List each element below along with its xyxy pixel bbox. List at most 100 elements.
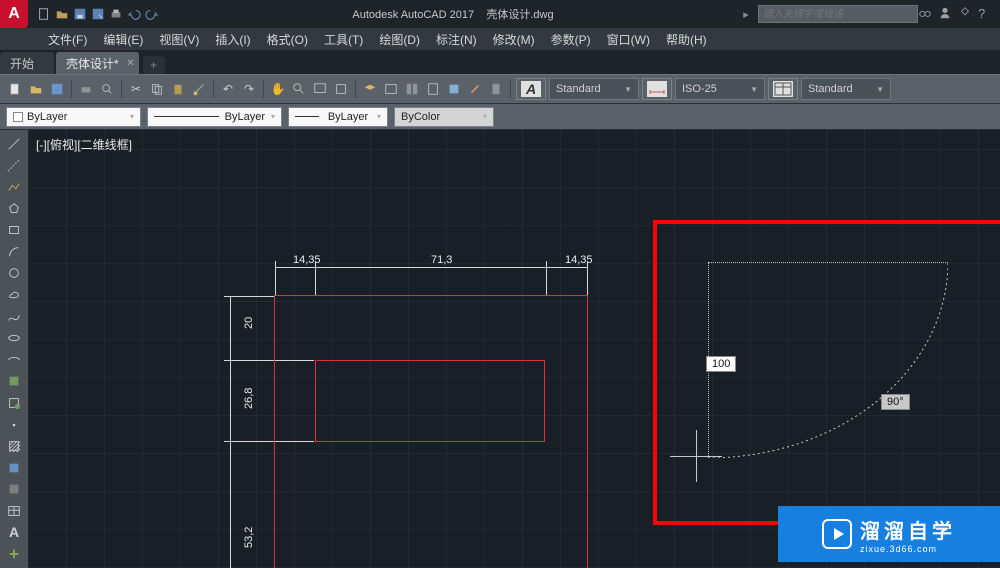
tool-palette-icon[interactable] <box>424 80 442 98</box>
help-icon[interactable]: ? <box>978 6 994 22</box>
menu-format[interactable]: 格式(O) <box>259 31 316 48</box>
drawing-canvas[interactable]: [-][俯视][二维线框] 14,35 71,3 14,35 20 26,8 5… <box>28 130 1000 568</box>
save-icon[interactable] <box>48 80 66 98</box>
separator <box>355 80 356 98</box>
properties-bar: ByLayer ▾ ByLayer ▾ ByLayer ▾ ByColor ▾ <box>0 104 1000 130</box>
design-center-icon[interactable] <box>403 80 421 98</box>
save-icon[interactable] <box>72 6 88 22</box>
region-icon[interactable] <box>3 480 25 500</box>
menu-edit[interactable]: 编辑(E) <box>95 31 151 48</box>
open-icon[interactable] <box>27 80 45 98</box>
text-style-combo[interactable]: Standard ▼ <box>549 78 639 100</box>
dim-style-button[interactable] <box>642 78 672 100</box>
menu-draw[interactable]: 绘图(D) <box>371 31 428 48</box>
exchange-icon[interactable] <box>958 6 974 22</box>
chevron-down-icon: ▾ <box>483 112 487 121</box>
polygon-icon[interactable] <box>3 199 25 219</box>
document-tabs: 开始 壳体设计* ✕ + <box>0 50 1000 74</box>
ellipse-arc-icon[interactable] <box>3 350 25 370</box>
copy-icon[interactable] <box>148 80 166 98</box>
plotstyle-value: ByColor <box>401 111 440 123</box>
table-style-button[interactable] <box>768 78 798 100</box>
new-icon[interactable] <box>36 6 52 22</box>
markup-icon[interactable] <box>466 80 484 98</box>
undo-icon[interactable]: ↶ <box>219 80 237 98</box>
properties-icon[interactable] <box>382 80 400 98</box>
calc-icon[interactable] <box>487 80 505 98</box>
tab-new-button[interactable]: + <box>143 56 165 74</box>
polyline-icon[interactable] <box>3 177 25 197</box>
pan-icon[interactable]: ✋ <box>269 80 287 98</box>
layer-icon[interactable] <box>361 80 379 98</box>
tab-active-document[interactable]: 壳体设计* ✕ <box>56 52 139 74</box>
line-icon[interactable] <box>3 134 25 154</box>
paste-icon[interactable] <box>169 80 187 98</box>
user-icon[interactable] <box>938 6 954 22</box>
binoculars-icon[interactable] <box>918 6 934 22</box>
menu-help[interactable]: 帮助(H) <box>658 31 715 48</box>
dimension-text: 14,35 <box>565 254 593 266</box>
sheet-set-icon[interactable] <box>445 80 463 98</box>
search-input[interactable] <box>758 5 918 23</box>
tab-start[interactable]: 开始 <box>0 52 54 74</box>
dynamic-input-angle: 90° <box>881 394 910 410</box>
mtext-icon[interactable]: A <box>3 523 25 543</box>
plotstyle-combo[interactable]: ByColor ▾ <box>394 107 494 127</box>
file-name: 壳体设计.dwg <box>486 9 553 21</box>
menu-tools[interactable]: 工具(T) <box>316 31 371 48</box>
insert-block-icon[interactable] <box>3 372 25 392</box>
open-icon[interactable] <box>54 6 70 22</box>
app-logo[interactable]: A <box>0 0 28 28</box>
preview-icon[interactable] <box>98 80 116 98</box>
circle-icon[interactable] <box>3 264 25 284</box>
chevron-down-icon: ▼ <box>750 85 758 94</box>
revcloud-icon[interactable] <box>3 285 25 305</box>
rectangle-icon[interactable] <box>3 220 25 240</box>
hatch-icon[interactable] <box>3 436 25 456</box>
zoom-icon[interactable] <box>290 80 308 98</box>
new-icon[interactable] <box>6 80 24 98</box>
extension-line <box>587 261 588 296</box>
linetype-combo[interactable]: ByLayer ▾ <box>147 107 282 127</box>
redo-icon[interactable] <box>144 6 160 22</box>
zoom-window-icon[interactable] <box>311 80 329 98</box>
undo-icon[interactable] <box>126 6 142 22</box>
menu-modify[interactable]: 修改(M) <box>485 31 543 48</box>
quick-access-toolbar <box>28 6 168 22</box>
gradient-icon[interactable] <box>3 458 25 478</box>
dynamic-input-length[interactable]: 100 <box>706 356 736 372</box>
print-icon[interactable] <box>108 6 124 22</box>
menu-param[interactable]: 参数(P) <box>543 31 599 48</box>
construction-line-icon[interactable] <box>3 156 25 176</box>
zoom-extent-icon[interactable] <box>332 80 350 98</box>
print-icon[interactable] <box>77 80 95 98</box>
addselected-icon[interactable] <box>3 544 25 564</box>
menu-view[interactable]: 视图(V) <box>151 31 207 48</box>
menu-insert[interactable]: 插入(I) <box>207 31 258 48</box>
arc-preview <box>708 262 948 458</box>
point-icon[interactable] <box>3 415 25 435</box>
text-style-button[interactable]: A <box>516 78 546 100</box>
caret-icon[interactable]: ▸ <box>738 6 754 22</box>
menu-dimension[interactable]: 标注(N) <box>428 31 485 48</box>
make-block-icon[interactable] <box>3 393 25 413</box>
lineweight-sample-icon <box>295 116 319 117</box>
color-combo[interactable]: ByLayer ▾ <box>6 107 141 127</box>
draw-toolbar: A <box>0 130 28 568</box>
match-icon[interactable] <box>190 80 208 98</box>
ellipse-icon[interactable] <box>3 328 25 348</box>
close-icon[interactable]: ✕ <box>126 58 134 69</box>
redo-icon[interactable]: ↷ <box>240 80 258 98</box>
table-icon[interactable] <box>3 501 25 521</box>
table-style-combo[interactable]: Standard ▼ <box>801 78 891 100</box>
arc-icon[interactable] <box>3 242 25 262</box>
dim-style-combo[interactable]: ISO-25 ▼ <box>675 78 765 100</box>
saveas-icon[interactable] <box>90 6 106 22</box>
menu-window[interactable]: 窗口(W) <box>599 31 658 48</box>
title-right-controls: ? <box>918 6 1000 22</box>
lineweight-combo[interactable]: ByLayer ▾ <box>288 107 388 127</box>
dimension-text: 14,35 <box>293 254 321 266</box>
spline-icon[interactable] <box>3 307 25 327</box>
cut-icon[interactable]: ✂ <box>127 80 145 98</box>
menu-file[interactable]: 文件(F) <box>40 31 95 48</box>
